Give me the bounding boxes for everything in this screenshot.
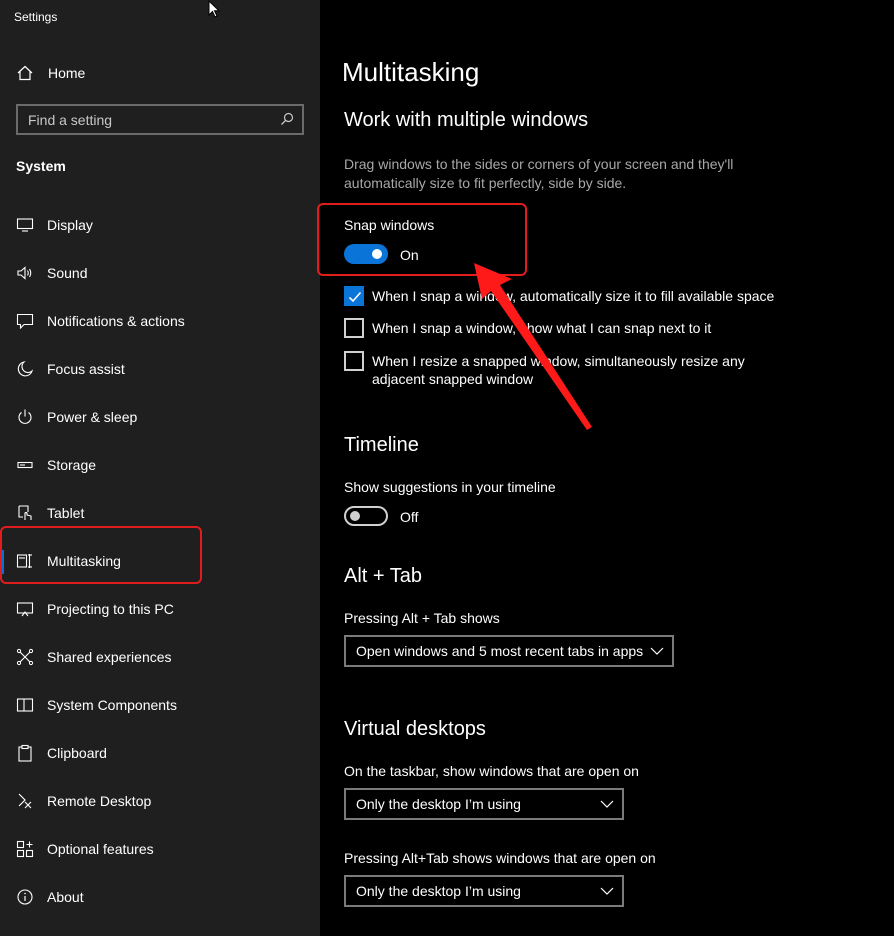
sidebar-item-shared-experiences[interactable]: Shared experiences bbox=[0, 633, 320, 681]
checkbox-unchecked[interactable] bbox=[344, 351, 364, 371]
home-link[interactable]: Home bbox=[0, 56, 320, 90]
sidebar-item-label: Projecting to this PC bbox=[47, 601, 174, 617]
timeline-toggle[interactable] bbox=[344, 506, 388, 526]
taskbar-dropdown[interactable]: Only the desktop I’m using bbox=[344, 788, 624, 820]
section-heading-snap: Work with multiple windows bbox=[344, 109, 589, 131]
chevron-down-icon bbox=[600, 887, 614, 895]
chevron-down-icon bbox=[650, 647, 664, 655]
search-icon[interactable] bbox=[280, 112, 294, 126]
snap-description: Drag windows to the sides or corners of … bbox=[344, 156, 734, 191]
notifications-icon bbox=[16, 313, 34, 330]
sidebar-item-remote-desktop[interactable]: Remote Desktop bbox=[0, 777, 320, 825]
info-icon bbox=[17, 889, 33, 905]
sidebar-item-projecting[interactable]: Projecting to this PC bbox=[0, 585, 320, 633]
sidebar-item-sound[interactable]: Sound bbox=[0, 249, 320, 297]
sidebar-item-label: Remote Desktop bbox=[47, 793, 152, 809]
dropdown-value: Open windows and 5 most recent tabs in a… bbox=[356, 643, 644, 659]
section-heading-virtual-desktops: Virtual desktops bbox=[344, 718, 486, 740]
checkbox-checked[interactable] bbox=[344, 286, 364, 306]
virtual-alt-tab-dropdown[interactable]: Only the desktop I’m using bbox=[344, 875, 624, 907]
tablet-icon bbox=[18, 505, 32, 520]
snap-windows-label: Snap windows bbox=[344, 217, 435, 233]
search-input[interactable] bbox=[18, 106, 268, 133]
app-title: Settings bbox=[14, 10, 58, 24]
sidebar-item-label: Sound bbox=[47, 265, 88, 281]
home-icon bbox=[17, 65, 33, 81]
dropdown-value: Only the desktop I’m using bbox=[356, 883, 521, 899]
annotation-highlight-multitasking bbox=[0, 526, 202, 584]
sound-icon bbox=[17, 266, 32, 280]
taskbar-label: On the taskbar, show windows that are op… bbox=[344, 763, 639, 779]
sidebar-item-about[interactable]: About bbox=[0, 873, 320, 921]
checkmark-icon bbox=[348, 291, 362, 303]
sidebar-item-clipboard[interactable]: Clipboard bbox=[0, 729, 320, 777]
sidebar-item-label: Optional features bbox=[47, 841, 154, 857]
section-heading-alt-tab: Alt + Tab bbox=[344, 565, 423, 587]
sidebar-item-label: Notifications & actions bbox=[47, 313, 185, 329]
projecting-icon bbox=[16, 602, 34, 617]
shared-icon bbox=[16, 648, 34, 666]
sidebar-item-label: Focus assist bbox=[47, 361, 125, 377]
toggle-knob bbox=[372, 249, 382, 259]
snap-windows-toggle[interactable] bbox=[344, 244, 388, 264]
search-box[interactable] bbox=[16, 104, 304, 135]
home-label: Home bbox=[48, 65, 86, 81]
timeline-label: Show suggestions in your timeline bbox=[344, 479, 556, 495]
power-icon bbox=[18, 409, 32, 424]
sidebar-item-label: System Components bbox=[47, 697, 177, 713]
chevron-down-icon bbox=[600, 800, 614, 808]
sidebar-item-storage[interactable]: Storage bbox=[0, 441, 320, 489]
mouse-cursor-icon bbox=[208, 0, 221, 18]
sidebar-item-power-sleep[interactable]: Power & sleep bbox=[0, 393, 320, 441]
dropdown-value: Only the desktop I’m using bbox=[356, 796, 521, 812]
sidebar-item-notifications[interactable]: Notifications & actions bbox=[0, 297, 320, 345]
sidebar-item-system-components[interactable]: System Components bbox=[0, 681, 320, 729]
snap-windows-state: On bbox=[400, 247, 419, 263]
storage-icon bbox=[17, 461, 33, 469]
sidebar-item-label: Clipboard bbox=[47, 745, 107, 761]
timeline-state: Off bbox=[400, 509, 419, 525]
section-heading-timeline: Timeline bbox=[344, 434, 419, 456]
sidebar: Settings Home System Display Sound Notif… bbox=[0, 0, 320, 936]
toggle-knob bbox=[350, 511, 360, 521]
sidebar-item-label: Shared experiences bbox=[47, 649, 172, 665]
sidebar-item-label: Display bbox=[47, 217, 93, 233]
moon-icon bbox=[17, 361, 34, 377]
sidebar-item-label: About bbox=[47, 889, 84, 905]
components-icon bbox=[16, 698, 34, 712]
checkbox-unchecked[interactable] bbox=[344, 318, 364, 338]
virtual-alt-tab-label: Pressing Alt+Tab shows windows that are … bbox=[344, 850, 656, 866]
sidebar-item-label: Tablet bbox=[47, 505, 85, 521]
alt-tab-label: Pressing Alt + Tab shows bbox=[344, 610, 500, 626]
sidebar-item-display[interactable]: Display bbox=[0, 201, 320, 249]
sidebar-item-label: Storage bbox=[47, 457, 97, 473]
alt-tab-dropdown[interactable]: Open windows and 5 most recent tabs in a… bbox=[344, 635, 674, 667]
display-icon bbox=[16, 218, 34, 232]
section-label-system: System bbox=[16, 158, 66, 174]
page-title: Multitasking bbox=[342, 57, 480, 87]
annotation-arrow-icon bbox=[474, 263, 592, 430]
main-content: Multitasking Work with multiple windows … bbox=[317, 0, 894, 936]
remote-desktop-icon bbox=[18, 793, 32, 809]
sidebar-item-label: Power & sleep bbox=[47, 409, 138, 425]
sidebar-item-optional-features[interactable]: Optional features bbox=[0, 825, 320, 873]
optional-features-icon bbox=[16, 840, 34, 858]
clipboard-icon bbox=[18, 744, 32, 762]
sidebar-item-focus-assist[interactable]: Focus assist bbox=[0, 345, 320, 393]
